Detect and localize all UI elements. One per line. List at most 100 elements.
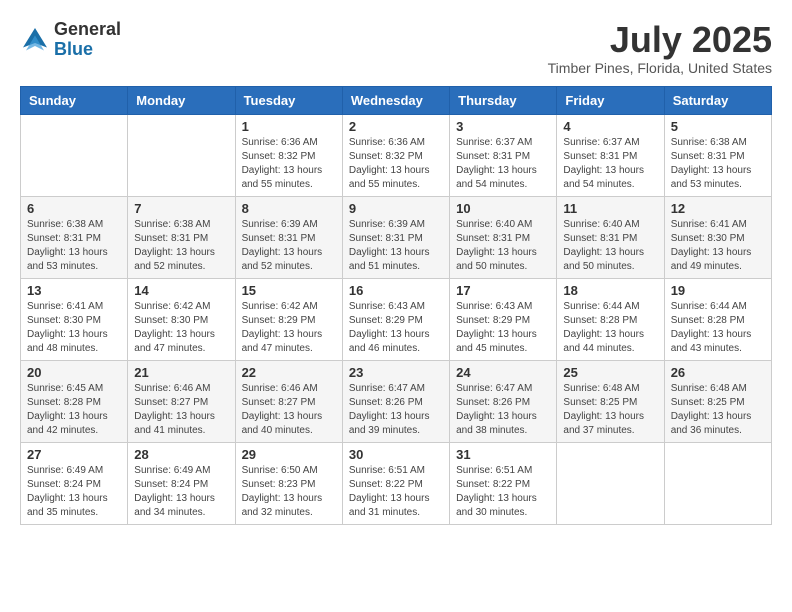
- day-info: Sunrise: 6:39 AM Sunset: 8:31 PM Dayligh…: [349, 218, 443, 274]
- calendar-cell: 19 Sunrise: 6:44 AM Sunset: 8:28 PM Dayli…: [664, 278, 771, 360]
- calendar-cell: 16 Sunrise: 6:43 AM Sunset: 8:29 PM Dayli…: [342, 278, 449, 360]
- calendar-cell: 20 Sunrise: 6:45 AM Sunset: 8:28 PM Dayli…: [21, 360, 128, 442]
- page-header: General Blue July 2025 Timber Pines, Flo…: [20, 20, 772, 76]
- logo: General Blue: [20, 20, 121, 60]
- day-info: Sunrise: 6:39 AM Sunset: 8:31 PM Dayligh…: [242, 218, 336, 274]
- day-number: 21: [134, 365, 228, 380]
- day-info: Sunrise: 6:45 AM Sunset: 8:28 PM Dayligh…: [27, 382, 121, 438]
- calendar-cell: 26Sunrise: 6:48 AM Sunset: 8:25 PM Dayli…: [664, 360, 771, 442]
- day-number: 14: [134, 283, 228, 298]
- day-number: 3: [456, 119, 550, 134]
- calendar-cell: [664, 442, 771, 524]
- calendar-cell: 22 Sunrise: 6:46 AM Sunset: 8:27 PM Dayli…: [235, 360, 342, 442]
- calendar-cell: 23 Sunrise: 6:47 AM Sunset: 8:26 PM Dayli…: [342, 360, 449, 442]
- day-number: 12: [671, 201, 765, 216]
- weekday-header-row: SundayMondayTuesdayWednesdayThursdayFrid…: [21, 86, 772, 114]
- day-number: 1: [242, 119, 336, 134]
- calendar-cell: 4 Sunrise: 6:37 AM Sunset: 8:31 PM Daylig…: [557, 114, 664, 196]
- day-info: Sunrise: 6:40 AM Sunset: 8:31 PM Dayligh…: [456, 218, 550, 274]
- day-info: Sunrise: 6:44 AM Sunset: 8:28 PM Dayligh…: [671, 300, 765, 356]
- calendar-week-4: 20 Sunrise: 6:45 AM Sunset: 8:28 PM Dayli…: [21, 360, 772, 442]
- day-number: 30: [349, 447, 443, 462]
- day-number: 28: [134, 447, 228, 462]
- day-number: 16: [349, 283, 443, 298]
- day-info: Sunrise: 6:48 AM Sunset: 8:25 PM Dayligh…: [563, 382, 657, 438]
- day-info: Sunrise: 6:46 AM Sunset: 8:27 PM Dayligh…: [242, 382, 336, 438]
- day-info: Sunrise: 6:51 AM Sunset: 8:22 PM Dayligh…: [349, 464, 443, 520]
- day-info: Sunrise: 6:36 AM Sunset: 8:32 PM Dayligh…: [349, 136, 443, 192]
- calendar: SundayMondayTuesdayWednesdayThursdayFrid…: [20, 86, 772, 525]
- day-info: Sunrise: 6:41 AM Sunset: 8:30 PM Dayligh…: [27, 300, 121, 356]
- calendar-cell: 14Sunrise: 6:42 AM Sunset: 8:30 PM Dayli…: [128, 278, 235, 360]
- day-number: 31: [456, 447, 550, 462]
- day-number: 6: [27, 201, 121, 216]
- day-info: Sunrise: 6:46 AM Sunset: 8:27 PM Dayligh…: [134, 382, 228, 438]
- day-number: 4: [563, 119, 657, 134]
- day-info: Sunrise: 6:40 AM Sunset: 8:31 PM Dayligh…: [563, 218, 657, 274]
- weekday-header-monday: Monday: [128, 86, 235, 114]
- calendar-cell: 1 Sunrise: 6:36 AM Sunset: 8:32 PM Daylig…: [235, 114, 342, 196]
- day-info: Sunrise: 6:38 AM Sunset: 8:31 PM Dayligh…: [671, 136, 765, 192]
- title-block: July 2025 Timber Pines, Florida, United …: [548, 20, 772, 76]
- day-number: 19: [671, 283, 765, 298]
- calendar-cell: 31 Sunrise: 6:51 AM Sunset: 8:22 PM Dayli…: [450, 442, 557, 524]
- calendar-cell: 28 Sunrise: 6:49 AM Sunset: 8:24 PM Dayli…: [128, 442, 235, 524]
- calendar-cell: 18Sunrise: 6:44 AM Sunset: 8:28 PM Dayli…: [557, 278, 664, 360]
- day-info: Sunrise: 6:36 AM Sunset: 8:32 PM Dayligh…: [242, 136, 336, 192]
- weekday-header-sunday: Sunday: [21, 86, 128, 114]
- day-info: Sunrise: 6:47 AM Sunset: 8:26 PM Dayligh…: [456, 382, 550, 438]
- day-info: Sunrise: 6:49 AM Sunset: 8:24 PM Dayligh…: [134, 464, 228, 520]
- calendar-cell: 10 Sunrise: 6:40 AM Sunset: 8:31 PM Dayli…: [450, 196, 557, 278]
- calendar-week-5: 27 Sunrise: 6:49 AM Sunset: 8:24 PM Dayli…: [21, 442, 772, 524]
- logo-general-text: General: [54, 19, 121, 39]
- calendar-cell: 30 Sunrise: 6:51 AM Sunset: 8:22 PM Dayli…: [342, 442, 449, 524]
- day-info: Sunrise: 6:50 AM Sunset: 8:23 PM Dayligh…: [242, 464, 336, 520]
- day-number: 20: [27, 365, 121, 380]
- day-info: Sunrise: 6:51 AM Sunset: 8:22 PM Dayligh…: [456, 464, 550, 520]
- weekday-header-friday: Friday: [557, 86, 664, 114]
- calendar-cell: 29 Sunrise: 6:50 AM Sunset: 8:23 PM Dayli…: [235, 442, 342, 524]
- day-number: 15: [242, 283, 336, 298]
- day-number: 27: [27, 447, 121, 462]
- calendar-cell: [128, 114, 235, 196]
- day-number: 29: [242, 447, 336, 462]
- calendar-cell: 25 Sunrise: 6:48 AM Sunset: 8:25 PM Dayli…: [557, 360, 664, 442]
- calendar-cell: [557, 442, 664, 524]
- calendar-cell: 24Sunrise: 6:47 AM Sunset: 8:26 PM Dayli…: [450, 360, 557, 442]
- day-number: 25: [563, 365, 657, 380]
- weekday-header-thursday: Thursday: [450, 86, 557, 114]
- day-info: Sunrise: 6:37 AM Sunset: 8:31 PM Dayligh…: [456, 136, 550, 192]
- calendar-cell: 3 Sunrise: 6:37 AM Sunset: 8:31 PM Daylig…: [450, 114, 557, 196]
- day-number: 13: [27, 283, 121, 298]
- calendar-cell: 21 Sunrise: 6:46 AM Sunset: 8:27 PM Dayli…: [128, 360, 235, 442]
- day-info: Sunrise: 6:49 AM Sunset: 8:24 PM Dayligh…: [27, 464, 121, 520]
- day-number: 10: [456, 201, 550, 216]
- calendar-cell: [21, 114, 128, 196]
- logo-icon: [20, 25, 50, 55]
- day-number: 17: [456, 283, 550, 298]
- day-info: Sunrise: 6:47 AM Sunset: 8:26 PM Dayligh…: [349, 382, 443, 438]
- calendar-cell: 13 Sunrise: 6:41 AM Sunset: 8:30 PM Dayli…: [21, 278, 128, 360]
- day-number: 7: [134, 201, 228, 216]
- day-info: Sunrise: 6:37 AM Sunset: 8:31 PM Dayligh…: [563, 136, 657, 192]
- day-number: 26: [671, 365, 765, 380]
- location: Timber Pines, Florida, United States: [548, 60, 772, 76]
- calendar-cell: 17Sunrise: 6:43 AM Sunset: 8:29 PM Dayli…: [450, 278, 557, 360]
- day-number: 22: [242, 365, 336, 380]
- day-info: Sunrise: 6:43 AM Sunset: 8:29 PM Dayligh…: [349, 300, 443, 356]
- weekday-header-saturday: Saturday: [664, 86, 771, 114]
- day-number: 8: [242, 201, 336, 216]
- calendar-cell: 12Sunrise: 6:41 AM Sunset: 8:30 PM Dayli…: [664, 196, 771, 278]
- day-number: 23: [349, 365, 443, 380]
- calendar-cell: 15 Sunrise: 6:42 AM Sunset: 8:29 PM Dayli…: [235, 278, 342, 360]
- calendar-week-2: 6Sunrise: 6:38 AM Sunset: 8:31 PM Daylig…: [21, 196, 772, 278]
- calendar-cell: 27 Sunrise: 6:49 AM Sunset: 8:24 PM Dayli…: [21, 442, 128, 524]
- calendar-cell: 6Sunrise: 6:38 AM Sunset: 8:31 PM Daylig…: [21, 196, 128, 278]
- day-info: Sunrise: 6:44 AM Sunset: 8:28 PM Dayligh…: [563, 300, 657, 356]
- calendar-week-1: 1 Sunrise: 6:36 AM Sunset: 8:32 PM Daylig…: [21, 114, 772, 196]
- logo-blue-text: Blue: [54, 39, 93, 59]
- day-number: 11: [563, 201, 657, 216]
- day-info: Sunrise: 6:42 AM Sunset: 8:29 PM Dayligh…: [242, 300, 336, 356]
- day-number: 2: [349, 119, 443, 134]
- calendar-cell: 11 Sunrise: 6:40 AM Sunset: 8:31 PM Dayli…: [557, 196, 664, 278]
